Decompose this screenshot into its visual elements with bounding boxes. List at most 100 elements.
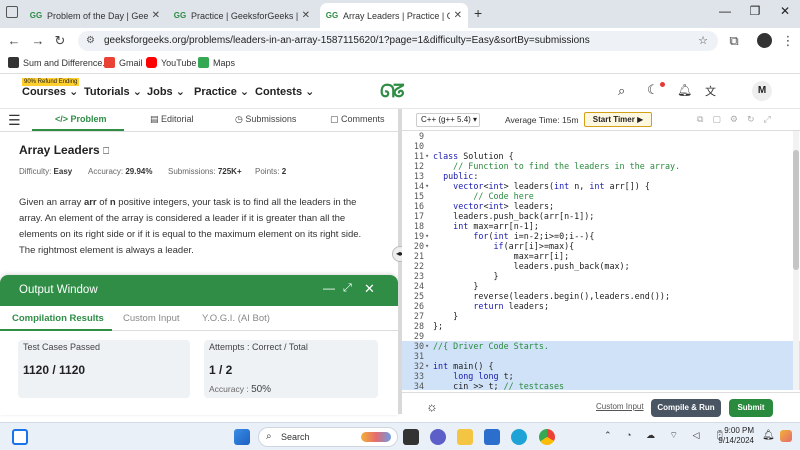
- bookmark-item[interactable]: Maps: [198, 57, 235, 68]
- expand-panel-icon[interactable]: ⤢: [343, 282, 352, 295]
- custom-input-link[interactable]: Custom Input: [596, 402, 644, 411]
- bookmark-star-icon[interactable]: ☆: [698, 31, 708, 51]
- task-view-widget-icon[interactable]: [12, 429, 28, 445]
- tab-yogi-bot[interactable]: Y.O.G.I. (AI Bot): [202, 313, 270, 324]
- code-line[interactable]: 12 // Function to find the leaders in th…: [402, 161, 800, 171]
- editor-scrollbar-thumb[interactable]: [793, 150, 799, 270]
- submit-button[interactable]: Submit: [729, 399, 773, 417]
- terminal-icon[interactable]: [403, 429, 419, 445]
- maximize-icon[interactable]: ❐: [740, 4, 770, 18]
- close-window-icon[interactable]: ✕: [770, 4, 800, 18]
- code-line[interactable]: 9: [402, 131, 800, 141]
- fold-icon[interactable]: ▾: [425, 151, 429, 161]
- hamburger-menu-icon[interactable]: ☰: [8, 112, 21, 129]
- notification-icon[interactable]: 🔔︎: [762, 430, 775, 441]
- code-line[interactable]: 34 cin >> t; // testcases: [402, 381, 800, 390]
- copilot-icon[interactable]: [780, 430, 792, 442]
- profile-avatar[interactable]: [757, 33, 772, 48]
- tab-custom-input[interactable]: Custom Input: [123, 313, 180, 324]
- browser-tab-3-active[interactable]: GG Array Leaders | Practice | Geeks ✕: [320, 3, 468, 28]
- code-line[interactable]: 10: [402, 141, 800, 151]
- editor-action-icons[interactable]: ⧉▢⚙↻⤢: [697, 114, 780, 125]
- back-icon[interactable]: ←: [6, 33, 22, 49]
- nav-jobs[interactable]: Jobs ⌄: [147, 85, 185, 98]
- code-line[interactable]: 28};: [402, 321, 800, 331]
- tab-compilation-results[interactable]: Compilation Results: [12, 313, 104, 324]
- code-line[interactable]: 14 ▾ vector<int> leaders(int n, int arr[]…: [402, 181, 800, 191]
- tab-comments[interactable]: ▢ Comments: [330, 114, 385, 125]
- tab-editorial[interactable]: ▤ Editorial: [150, 114, 194, 125]
- theme-toggle-icon[interactable]: ☼: [426, 399, 438, 414]
- fold-icon[interactable]: ▾: [425, 361, 429, 371]
- chrome-icon[interactable]: [539, 429, 555, 445]
- gfg-logo[interactable]: ᘏᘔ: [380, 81, 405, 102]
- fold-icon[interactable]: ▾: [425, 181, 429, 191]
- code-line[interactable]: 19 ▾ for(int i=n-2;i>=0;i--){: [402, 231, 800, 241]
- file-explorer-icon[interactable]: [457, 429, 473, 445]
- code-line[interactable]: 22 leaders.push_back(max);: [402, 261, 800, 271]
- store-icon[interactable]: [484, 429, 500, 445]
- nav-tutorials[interactable]: Tutorials ⌄: [84, 85, 142, 98]
- system-tray-icons[interactable]: ⌃ ◔ ☁ ⌔ ◁ 🔋︎: [604, 430, 731, 441]
- reload-icon[interactable]: ↻: [52, 33, 68, 49]
- clock[interactable]: 9:00 PM 9/14/2024: [714, 426, 754, 446]
- extensions-icon[interactable]: ⧉: [726, 33, 742, 49]
- close-panel-icon[interactable]: ✕: [364, 281, 375, 297]
- browser-menu-icon[interactable]: ⋮: [780, 33, 796, 49]
- close-tab-icon[interactable]: ✕: [152, 10, 160, 21]
- close-tab-icon[interactable]: ✕: [454, 10, 462, 21]
- code-editor[interactable]: 9 10 11 ▾ class Solution {12 // Function to …: [402, 131, 800, 390]
- code-line[interactable]: 21 max=arr[i];: [402, 251, 800, 261]
- browser-tab-1[interactable]: GG Problem of the Day | GeeksforG ✕: [24, 3, 166, 28]
- tab-search-icon[interactable]: [6, 6, 18, 18]
- bell-icon[interactable]: 🔔︎: [677, 83, 692, 97]
- code-line[interactable]: 17 leaders.push_back(arr[n-1]);: [402, 211, 800, 221]
- edge-icon[interactable]: [511, 429, 527, 445]
- minimize-icon[interactable]: —: [710, 4, 740, 18]
- compile-run-button[interactable]: Compile & Run: [651, 399, 721, 417]
- fold-icon[interactable]: ▾: [425, 231, 429, 241]
- nav-courses[interactable]: Courses ⌄: [22, 85, 78, 98]
- code-line[interactable]: 15 // Code here: [402, 191, 800, 201]
- code-line[interactable]: 33 long long t;: [402, 371, 800, 381]
- bookmark-icon[interactable]: ⎕: [103, 146, 109, 157]
- teams-icon[interactable]: [430, 429, 446, 445]
- search-icon[interactable]: ⌕: [618, 83, 625, 99]
- minimize-panel-icon[interactable]: —: [323, 281, 335, 295]
- code-line[interactable]: 24 }: [402, 281, 800, 291]
- translate-icon[interactable]: 文: [705, 83, 716, 99]
- windows-start-icon[interactable]: [234, 429, 250, 445]
- code-line[interactable]: 31: [402, 351, 800, 361]
- bookmark-item[interactable]: YouTube: [146, 57, 196, 68]
- code-line[interactable]: 27 }: [402, 311, 800, 321]
- code-line[interactable]: 26 return leaders;: [402, 301, 800, 311]
- dark-mode-icon[interactable]: ☾: [647, 82, 659, 98]
- code-line[interactable]: 13 public:: [402, 171, 800, 181]
- code-line[interactable]: 11 ▾ class Solution {: [402, 151, 800, 161]
- bookmark-item[interactable]: Gmail: [104, 57, 143, 68]
- code-line[interactable]: 25 reverse(leaders.begin(),leaders.end()…: [402, 291, 800, 301]
- fold-icon[interactable]: ▾: [425, 241, 429, 251]
- site-info-icon[interactable]: ⚙: [86, 31, 95, 51]
- code-line[interactable]: 20 ▾ if(arr[i]>=max){: [402, 241, 800, 251]
- url-field[interactable]: ⚙ geeksforgeeks.org/problems/leaders-in-…: [78, 31, 718, 51]
- browser-tab-2[interactable]: GG Practice | GeeksforGeeks | A cor ✕: [168, 3, 316, 28]
- code-line[interactable]: 18 int max=arr[n-1];: [402, 221, 800, 231]
- user-avatar[interactable]: M: [752, 81, 772, 101]
- taskbar-search[interactable]: ⌕ Search: [258, 427, 398, 447]
- start-timer-button[interactable]: Start Timer ▶: [584, 112, 652, 127]
- nav-practice[interactable]: Practice ⌄: [194, 85, 249, 98]
- new-tab-icon[interactable]: +: [474, 5, 482, 21]
- code-line[interactable]: 16 vector<int> leaders;: [402, 201, 800, 211]
- code-line[interactable]: 29: [402, 331, 800, 341]
- bookmark-item[interactable]: Sum and Difference...: [8, 57, 110, 68]
- close-tab-icon[interactable]: ✕: [302, 10, 310, 21]
- code-line[interactable]: 32 ▾ int main() {: [402, 361, 800, 371]
- tab-submissions[interactable]: ◷ Submissions: [235, 114, 296, 125]
- fold-icon[interactable]: ▾: [425, 341, 429, 351]
- forward-icon[interactable]: →: [30, 33, 46, 49]
- nav-contests[interactable]: Contests ⌄: [255, 85, 314, 98]
- code-line[interactable]: 30 ▾ //{ Driver Code Starts.: [402, 341, 800, 351]
- language-select[interactable]: C++ (g++ 5.4) ▾: [416, 113, 480, 127]
- code-line[interactable]: 23 }: [402, 271, 800, 281]
